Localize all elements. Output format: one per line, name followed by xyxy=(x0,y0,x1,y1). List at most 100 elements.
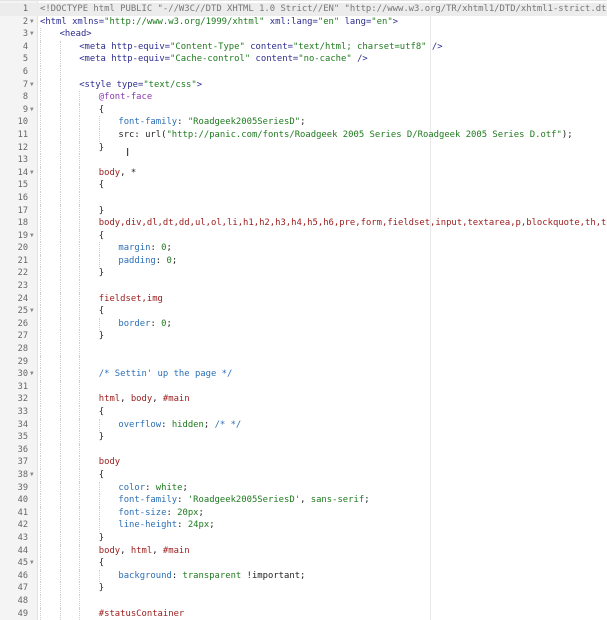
code-token: <html xyxy=(40,16,67,27)
code-token: <!DOCTYPE html PUBLIC "-//W3C//DTD XHTML… xyxy=(40,4,607,14)
code-line[interactable]: 14 ▼ body, * xyxy=(0,166,607,180)
indent-guide xyxy=(79,506,99,520)
code-line[interactable]: 6 xyxy=(0,65,607,79)
code-token: @font-face xyxy=(98,92,153,103)
fold-arrow-icon[interactable]: ▼ xyxy=(30,104,34,117)
fold-arrow-icon[interactable]: ▼ xyxy=(30,305,34,318)
code-line[interactable]: 36 xyxy=(0,443,607,457)
indent-guide xyxy=(59,305,80,318)
text-cursor-icon: I xyxy=(126,146,130,159)
code-line[interactable]: 46 background: transparent !important; xyxy=(0,569,607,583)
code-line[interactable]: 25 ▼ { xyxy=(0,305,607,318)
code-token: : xyxy=(150,318,162,329)
code-token: > xyxy=(196,79,203,90)
code-line[interactable]: 4 <meta http-equiv="Content-Type" content… xyxy=(0,40,607,54)
code-line[interactable]: 2 ▼ <html xmlns="http://www.w3.org/1999/xh… xyxy=(0,16,607,29)
indent-guide xyxy=(59,531,80,545)
line-number: 45 xyxy=(17,558,28,569)
code-line[interactable]: 43} xyxy=(0,531,607,545)
code-line[interactable]: 10 font-family: "Roadgeek2005SeriesD"; xyxy=(0,116,607,129)
code-token: : xyxy=(171,570,183,581)
indent-guide xyxy=(40,53,60,66)
code-line[interactable]: 32 html, body, #main xyxy=(0,393,607,406)
code-line[interactable]: 9 ▼ { xyxy=(0,103,607,117)
code-line[interactable]: 29 xyxy=(0,355,607,369)
code-token: http-equiv= xyxy=(111,54,171,65)
indent-guide xyxy=(79,91,99,104)
line-number: 26 xyxy=(17,318,28,329)
code-token: : xyxy=(177,495,188,506)
code-line[interactable]: 41 font-size: 20px; xyxy=(0,506,607,520)
code-line[interactable]: 39 color: white; xyxy=(0,481,607,495)
code-line[interactable]: 28 xyxy=(0,343,607,356)
fold-arrow-icon[interactable]: ▼ xyxy=(30,28,34,41)
code-line[interactable]: 8 @font-face xyxy=(0,91,607,104)
code-token: , xyxy=(120,545,131,556)
fold-arrow-icon[interactable]: ▼ xyxy=(30,167,34,180)
line-number: 11 xyxy=(17,129,28,140)
code-line[interactable]: 42 line-height: 24px; xyxy=(0,519,607,532)
line-number: 37 xyxy=(17,457,28,468)
code-line[interactable]: 34 overflow: hidden; /* */ xyxy=(0,418,607,432)
indent-guide xyxy=(40,393,60,406)
code-line[interactable]: 24 fieldset,img xyxy=(0,292,607,306)
code-line[interactable]: 1 <!DOCTYPE html PUBLIC "-//W3C//DTD XHTM… xyxy=(0,3,607,16)
fold-arrow-icon[interactable]: ▼ xyxy=(30,79,34,92)
fold-arrow-icon[interactable]: ▼ xyxy=(30,230,34,243)
code-line[interactable]: 3 ▼ <head> xyxy=(0,28,607,41)
code-line[interactable]: 20 margin: 0; xyxy=(0,242,607,255)
code-line[interactable]: 45 ▼ { xyxy=(0,557,607,570)
code-line[interactable]: 13 xyxy=(0,154,607,167)
code-line[interactable]: 19 ▼ { xyxy=(0,229,607,243)
fold-arrow-icon[interactable]: ▼ xyxy=(30,469,34,482)
code-line[interactable]: 30 ▼ /* Settin' up the page */ xyxy=(0,368,607,381)
code-line[interactable]: 16 xyxy=(0,191,607,205)
code-line[interactable]: 21 padding: 0; xyxy=(0,254,607,268)
indent-guide xyxy=(98,494,119,507)
code-line[interactable]: 17} xyxy=(0,204,607,218)
code-line[interactable]: 35} xyxy=(0,431,607,444)
indent-guide xyxy=(40,531,60,545)
indent-guide xyxy=(59,91,80,104)
line-number: 8 xyxy=(22,92,28,103)
code-line[interactable]: 47} xyxy=(0,582,607,595)
code-line[interactable]: 44 body, html, #main xyxy=(0,544,607,558)
fold-arrow-icon[interactable]: ▼ xyxy=(30,16,34,29)
code-line[interactable]: 15 { xyxy=(0,179,607,192)
code-editor[interactable]: 1 <!DOCTYPE html PUBLIC "-//W3C//DTD XHTM… xyxy=(0,0,607,620)
line-number: 29 xyxy=(17,356,28,367)
indent-guide xyxy=(79,569,99,583)
code-line[interactable]: 26 border: 0; xyxy=(0,317,607,331)
code-line[interactable]: 7 ▼ <style type="text/css"> xyxy=(0,78,607,92)
code-line[interactable]: 23 xyxy=(0,280,607,293)
code-text: <style type="text/css"> xyxy=(40,78,203,92)
line-number: 38 xyxy=(17,469,28,480)
fold-arrow-icon[interactable]: ▼ xyxy=(30,557,34,570)
indent-guide xyxy=(79,204,99,218)
code-text: { xyxy=(40,103,104,117)
code-line[interactable]: 27} xyxy=(0,330,607,344)
code-line[interactable]: 33 { xyxy=(0,406,607,419)
code-line[interactable]: 11 src: url("http://panic.com/fonts/Roadg… xyxy=(0,128,607,142)
code-line[interactable]: 12} xyxy=(0,141,607,155)
indent-guide xyxy=(59,380,80,394)
code-text: body,div,dl,dt,dd,ul,ol,li,h1,h2,h3,h4,h… xyxy=(40,217,607,230)
code-line[interactable]: 49 #statusContainer xyxy=(0,607,607,620)
code-line[interactable]: 48 xyxy=(0,594,607,608)
code-token: /* */ xyxy=(214,419,242,430)
code-line[interactable]: 40 font-family: 'Roadgeek2005SeriesD', sa… xyxy=(0,494,607,507)
code-line[interactable]: 22} xyxy=(0,267,607,281)
code-line[interactable]: 5 <meta http-equiv="Cache-control" conten… xyxy=(0,53,607,66)
indent-guide xyxy=(40,154,60,167)
indent-guide xyxy=(40,128,60,142)
code-token: 20px xyxy=(177,507,199,518)
code-text: <meta http-equiv="Cache-control" content… xyxy=(40,53,368,66)
code-line[interactable]: 37 body xyxy=(0,456,607,469)
code-line[interactable]: 31 xyxy=(0,380,607,394)
code-line[interactable]: 38 ▼ { xyxy=(0,468,607,482)
code-token: type= xyxy=(116,79,144,90)
code-line[interactable]: 18 body,div,dl,dt,dd,ul,ol,li,h1,h2,h3,h4… xyxy=(0,217,607,230)
fold-arrow-icon[interactable]: ▼ xyxy=(30,368,34,381)
indent-guide xyxy=(59,116,80,129)
line-number: 39 xyxy=(17,482,28,493)
